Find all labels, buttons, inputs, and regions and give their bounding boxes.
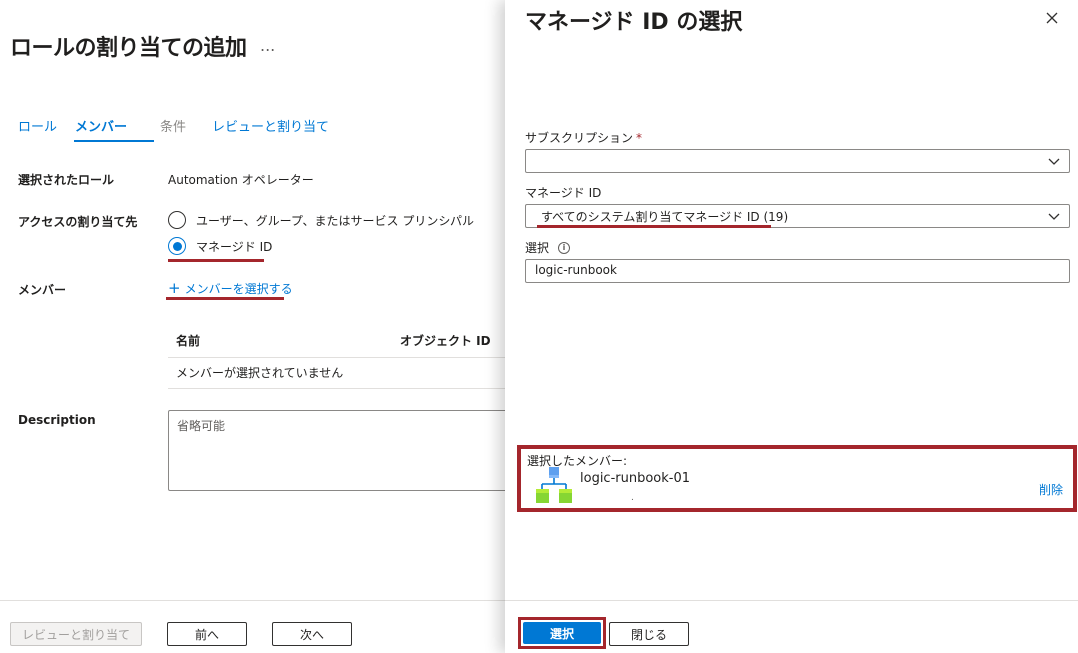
remove-member-link[interactable]: 削除 bbox=[1039, 481, 1063, 498]
members-table-header: 名前 オブジェクト ID bbox=[168, 324, 505, 358]
select-button[interactable]: 選択 bbox=[523, 622, 601, 644]
description-textarea[interactable]: 省略可能 bbox=[168, 410, 513, 491]
select-label: 選択 i bbox=[525, 239, 571, 256]
close-icon[interactable] bbox=[1040, 6, 1064, 30]
subscription-label: サブスクリプション * bbox=[525, 129, 642, 146]
plus-icon: + bbox=[168, 279, 181, 297]
select-search-input[interactable]: logic-runbook bbox=[525, 259, 1070, 283]
selected-role-value: Automation オペレーター bbox=[168, 173, 314, 187]
select-label-text: 選択 bbox=[525, 241, 550, 255]
info-icon[interactable]: i bbox=[558, 241, 571, 254]
column-name: 名前 bbox=[176, 334, 201, 348]
tab-role[interactable]: ロール bbox=[18, 116, 57, 145]
add-role-assignment-blade: ロールの割り当ての追加 ... ロール メンバー 条件 レビューと割り当て 選択… bbox=[0, 0, 513, 653]
highlight-underline bbox=[537, 225, 771, 228]
active-tab-indicator bbox=[74, 140, 154, 142]
next-button[interactable]: 次へ bbox=[272, 622, 352, 646]
radio-user-group-sp[interactable]: ユーザー、グループ、またはサービス プリンシパル bbox=[168, 211, 474, 229]
subscription-dropdown[interactable] bbox=[525, 149, 1070, 173]
radio-icon[interactable] bbox=[168, 211, 186, 229]
selected-member-name: logic-runbook-01 bbox=[580, 471, 691, 486]
radio-user-group-sp-label: ユーザー、グループ、またはサービス プリンシパル bbox=[196, 213, 475, 228]
tab-conditions: 条件 bbox=[160, 120, 187, 135]
selected-role-label: 選択されたロール bbox=[18, 173, 115, 187]
members-label: メンバー bbox=[18, 283, 67, 297]
more-icon[interactable]: ... bbox=[260, 36, 275, 55]
select-search-value: logic-runbook bbox=[535, 263, 617, 277]
managed-id-label: マネージド ID bbox=[525, 186, 602, 200]
required-marker: * bbox=[636, 130, 643, 145]
select-managed-identity-panel: マネージド ID の選択 サブスクリプション * マネージド ID すべてのシス… bbox=[505, 0, 1078, 653]
panel-footer: 選択 閉じる bbox=[505, 600, 1078, 653]
select-button-highlight: 選択 bbox=[518, 617, 606, 649]
managed-identity-icon bbox=[536, 467, 572, 503]
chevron-down-icon bbox=[1048, 213, 1060, 220]
highlight-underline bbox=[166, 297, 284, 300]
panel-title: マネージド ID の選択 bbox=[525, 10, 743, 35]
radio-managed-identity[interactable]: マネージド ID bbox=[168, 237, 272, 255]
tab-review-assign[interactable]: レビューと割り当て bbox=[212, 116, 329, 145]
column-object-id: オブジェクト ID bbox=[400, 334, 491, 348]
selected-member-sub: . bbox=[631, 493, 634, 503]
highlight-underline bbox=[168, 259, 264, 262]
table-divider bbox=[168, 388, 505, 389]
subscription-label-text: サブスクリプション bbox=[525, 131, 634, 145]
selected-members-section: 選択したメンバー: logic-runbook-01 . 削除 bbox=[517, 445, 1077, 512]
radio-checked-icon[interactable] bbox=[168, 237, 186, 255]
radio-managed-identity-label: マネージド ID bbox=[196, 239, 273, 254]
managed-id-value: すべてのシステム割り当てマネージド ID (19) bbox=[541, 210, 789, 224]
review-assign-button: レビューと割り当て bbox=[10, 622, 142, 646]
page-title: ロールの割り当ての追加 bbox=[10, 36, 247, 61]
select-members-link[interactable]: + メンバーを選択する bbox=[168, 280, 293, 297]
empty-table-message: メンバーが選択されていません bbox=[176, 366, 344, 380]
description-label: Description bbox=[18, 413, 96, 427]
close-button[interactable]: 閉じる bbox=[609, 622, 689, 646]
previous-button[interactable]: 前へ bbox=[167, 622, 247, 646]
chevron-down-icon bbox=[1048, 158, 1060, 165]
description-placeholder: 省略可能 bbox=[177, 419, 226, 433]
select-members-label: メンバーを選択する bbox=[184, 282, 293, 296]
assign-access-label: アクセスの割り当て先 bbox=[18, 215, 138, 229]
blade-footer: レビューと割り当て 前へ 次へ bbox=[0, 600, 505, 653]
